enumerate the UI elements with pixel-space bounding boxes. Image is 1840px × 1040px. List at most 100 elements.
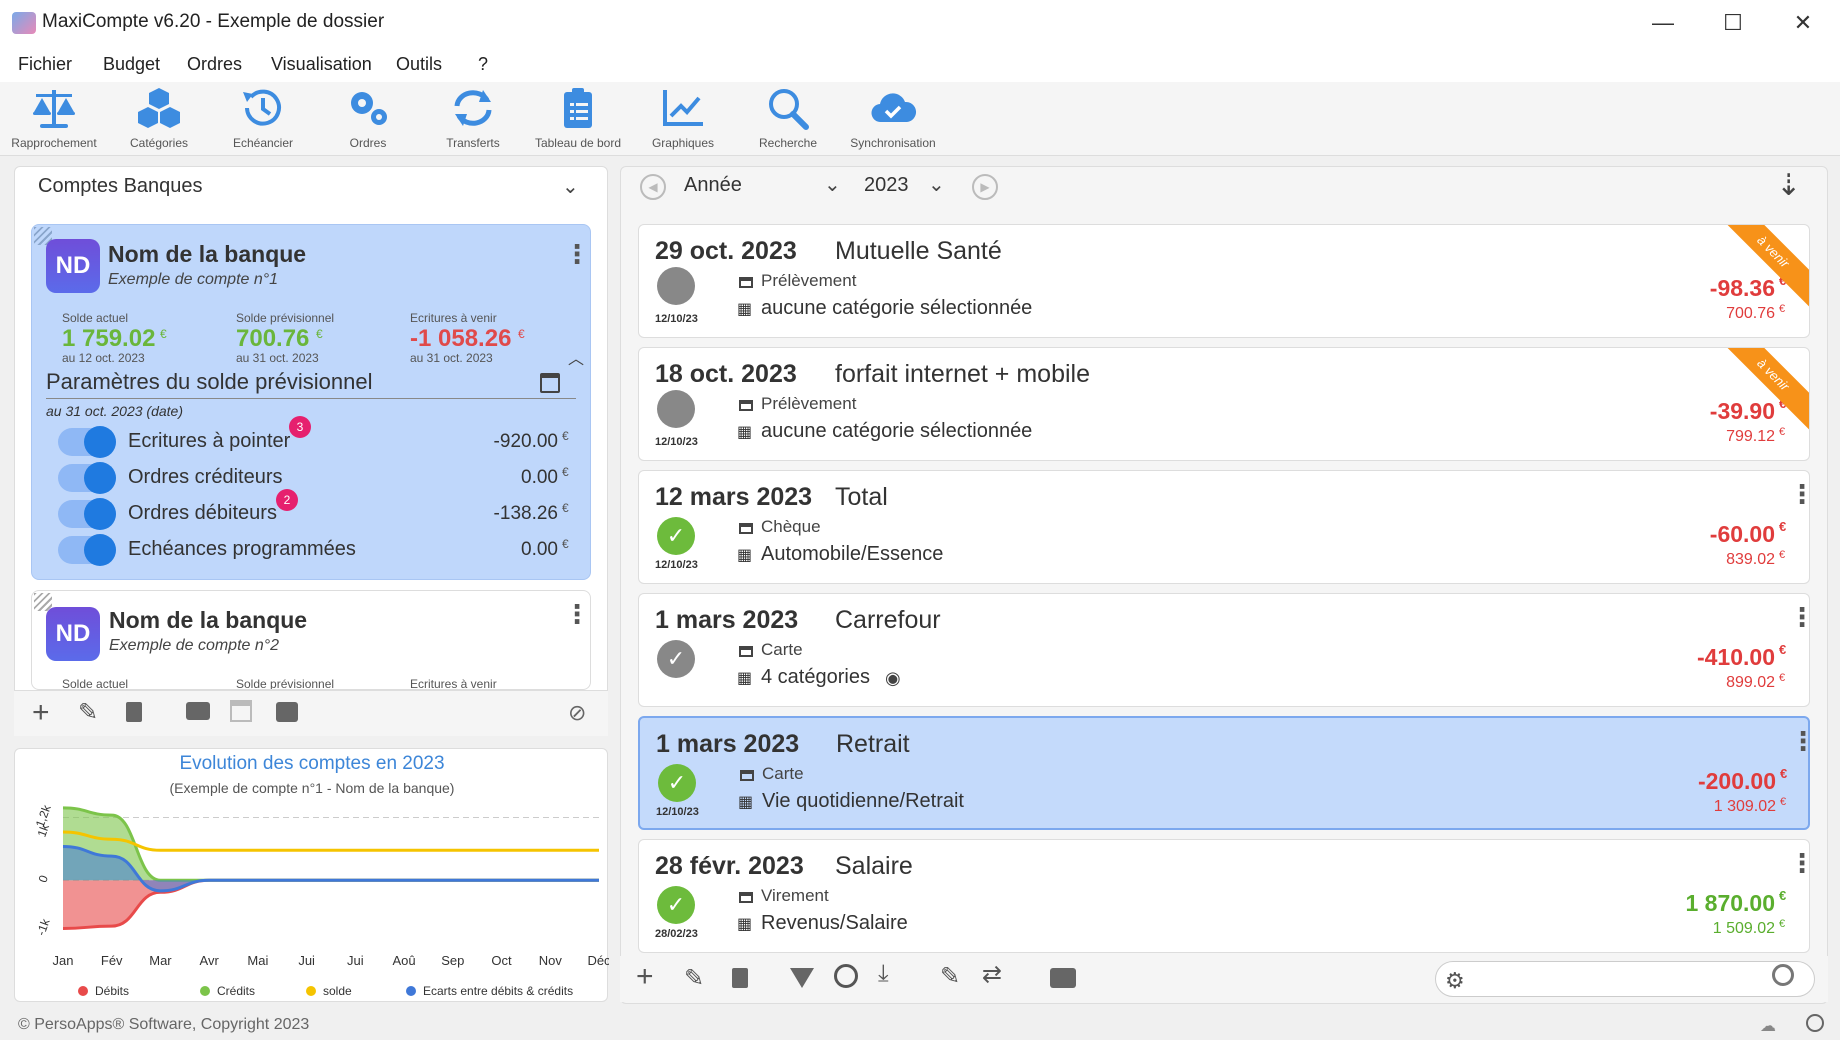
more-options-icon[interactable]: ⋮ xyxy=(564,599,590,630)
toolbar-transferts-button[interactable]: Transferts xyxy=(421,86,525,150)
edit-icon[interactable]: ✎ xyxy=(684,964,704,993)
filter-icon[interactable] xyxy=(790,968,814,988)
legend-marker xyxy=(200,986,210,996)
transaction-small-date: 28/02/23 xyxy=(655,928,698,940)
transaction-type: Virement xyxy=(761,886,829,905)
menu-budget[interactable]: Budget xyxy=(103,54,160,75)
toggle-ordres-crediteurs[interactable] xyxy=(58,462,116,494)
toolbar-echeancier-button[interactable]: Echéancier xyxy=(211,86,315,150)
transaction-card[interactable]: 12 mars 2023 Total ✓ 12/10/23 Chèque ▦ Automob… xyxy=(638,470,1810,584)
transaction-type: Prélèvement xyxy=(761,271,857,290)
status-check-icon xyxy=(1806,1014,1824,1032)
download-icon[interactable]: ⤓ xyxy=(878,960,889,988)
toolbar-graphiques-button[interactable]: Graphiques xyxy=(631,86,735,150)
add-icon[interactable]: + xyxy=(32,696,50,730)
account-card-2[interactable]: ND Nom de la banque Exemple de compte n°… xyxy=(31,590,591,690)
cubes-icon: ▦ xyxy=(738,794,754,811)
menu-outils[interactable]: Outils xyxy=(396,54,442,75)
upcoming-value: -1 058.26 xyxy=(410,325,512,352)
chevron-down-icon[interactable]: ⌄ xyxy=(562,174,579,199)
transaction-card[interactable]: 1 mars 2023 Carrefour ✓ Carte ▦ 4 catégories -… xyxy=(638,593,1810,707)
menu-visualisation[interactable]: Visualisation xyxy=(271,54,372,75)
transaction-card[interactable]: 29 oct. 2023 Mutuelle Santé 12/10/23 Prélèv… xyxy=(638,224,1810,338)
delete-icon[interactable] xyxy=(732,968,748,988)
chevron-down-icon[interactable]: ⌄ xyxy=(824,172,841,197)
accounts-chart-panel: Evolution des comptes en 2023 (Exemple d… xyxy=(14,748,609,1002)
calendar-icon[interactable] xyxy=(540,373,560,393)
toolbar-recherche-button[interactable]: Recherche xyxy=(736,86,840,150)
print-icon[interactable] xyxy=(186,702,210,720)
toggle-value: 0.00 xyxy=(521,539,558,560)
more-options-icon[interactable]: ⋮ xyxy=(1789,479,1809,510)
more-options-icon[interactable]: ⋮ xyxy=(564,239,590,270)
toggle-echeances-programmees[interactable] xyxy=(58,534,116,566)
euro-sign: € xyxy=(1779,303,1786,315)
chevron-up-icon[interactable]: ︿ xyxy=(568,345,584,369)
menu-ordres[interactable]: Ordres xyxy=(187,54,242,75)
transaction-type: Carte xyxy=(761,640,803,659)
toggle-value: -920.00 xyxy=(493,431,558,452)
menu-fichier[interactable]: Fichier xyxy=(18,54,72,75)
transaction-card[interactable]: 28 févr. 2023 Salaire ✓ 28/02/23 Virement ▦ Re… xyxy=(638,839,1810,953)
edit-icon[interactable]: ✎ xyxy=(78,698,98,727)
close-button[interactable]: ✕ xyxy=(1773,6,1833,40)
more-options-icon[interactable]: ⋮ xyxy=(1790,726,1808,757)
eye-slash-icon[interactable]: ⊘ xyxy=(568,700,586,726)
bank-name: Nom de la banque xyxy=(109,607,308,633)
delete-icon[interactable] xyxy=(126,702,142,722)
more-options-icon[interactable]: ⋮ xyxy=(1789,602,1809,633)
calendar-icon[interactable] xyxy=(230,700,252,722)
eye-icon[interactable]: ◉ xyxy=(885,668,901,689)
toolbar-categories-button[interactable]: Catégories xyxy=(107,86,211,150)
chevron-down-icon[interactable]: ⌄ xyxy=(928,172,945,197)
menu-help[interactable]: ? xyxy=(478,54,488,75)
accounts-toolbar xyxy=(14,690,608,736)
sort-icon[interactable]: ⇣ xyxy=(1776,168,1801,203)
toggle-value: 0.00 xyxy=(521,467,558,488)
euro-sign: € xyxy=(1779,426,1786,438)
euro-sign: € xyxy=(518,327,525,341)
toolbar-synchronisation-button[interactable]: Synchronisation xyxy=(841,86,945,150)
search-icon[interactable] xyxy=(1772,964,1794,986)
avatar: ND xyxy=(46,239,100,293)
current-balance-label: Solde actuel xyxy=(62,677,129,690)
pen-icon[interactable]: ✎ xyxy=(940,962,960,991)
period-mode-select[interactable]: Année xyxy=(684,174,742,197)
transaction-card[interactable]: 1 mars 2023 Retrait ✓ 12/10/23 Carte ▦ Vie quo… xyxy=(638,716,1810,830)
transaction-card[interactable]: 18 oct. 2023 forfait internet + mobile 12/… xyxy=(638,347,1810,461)
search-icon[interactable] xyxy=(834,964,858,988)
print-icon[interactable] xyxy=(1050,968,1076,988)
previous-period-button[interactable]: ◀ xyxy=(640,174,666,200)
toggle-ordres-debiteurs[interactable] xyxy=(58,498,116,530)
toolbar-ordres-button[interactable]: Ordres xyxy=(316,86,420,150)
card-icon xyxy=(739,646,753,657)
toolbar-label: Recherche xyxy=(758,136,818,150)
toggle-ecritures-a-pointer[interactable] xyxy=(58,426,116,458)
chart-title: Evolution des comptes en 2023 xyxy=(179,753,445,774)
add-icon[interactable]: + xyxy=(636,960,654,994)
year-select[interactable]: 2023 xyxy=(864,174,909,197)
toolbar-tableau-de-bord-button[interactable]: Tableau de bord xyxy=(526,86,630,150)
line-chart-icon xyxy=(663,90,703,126)
toolbar-label: Tableau de bord xyxy=(534,136,622,150)
settings-icon[interactable]: ⚙ xyxy=(1445,968,1465,994)
transaction-name: Mutuelle Santé xyxy=(835,237,1002,265)
more-options-icon[interactable]: ⋮ xyxy=(1789,848,1809,879)
search-input[interactable] xyxy=(1435,961,1815,997)
legend-label: Crédits xyxy=(217,984,255,998)
maximize-button[interactable]: ☐ xyxy=(1703,6,1763,40)
transaction-name: forfait internet + mobile xyxy=(835,360,1090,388)
toolbar-label: Ordres xyxy=(349,136,387,150)
legend-label: Débits xyxy=(95,984,129,998)
account-card-1[interactable]: ND Nom de la banque Exemple de compte n°… xyxy=(31,224,591,580)
euro-sign: € xyxy=(1779,549,1786,561)
toolbar-rapprochement-button[interactable]: Rapprochement xyxy=(2,86,106,150)
archive-icon[interactable] xyxy=(276,702,298,722)
x-tick-label: Fév xyxy=(101,953,123,968)
minimize-button[interactable]: — xyxy=(1633,6,1693,40)
next-period-button[interactable]: ▶ xyxy=(972,174,998,200)
running-balance: 700.76 xyxy=(1726,305,1775,322)
cubes-icon: ▦ xyxy=(737,547,753,564)
transfer-icon[interactable]: ⇄ xyxy=(982,960,1002,989)
window-title: MaxiCompte v6.20 - Exemple de dossier xyxy=(42,11,385,32)
